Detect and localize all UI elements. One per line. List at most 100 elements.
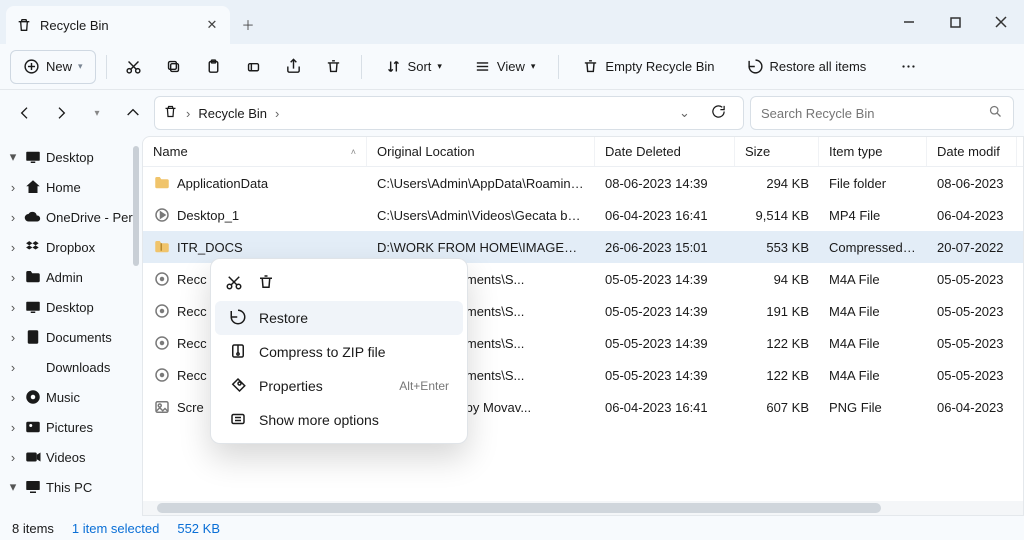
column-header-size[interactable]: Size	[735, 137, 819, 166]
column-header-name[interactable]: Name˄	[143, 137, 367, 166]
file-deleted: 05-05-2023 14:39	[595, 336, 735, 351]
sidebar-item-desktop[interactable]: ▾Desktop	[0, 142, 142, 172]
table-row[interactable]: Desktop_1C:\Users\Admin\Videos\Gecata by…	[143, 199, 1023, 231]
sidebar-label: Dropbox	[46, 240, 95, 255]
expander-icon[interactable]: ▾	[6, 479, 20, 495]
sidebar-scrollbar[interactable]	[130, 136, 142, 516]
cut-button[interactable]	[117, 50, 151, 84]
menu-item-restore[interactable]: Restore	[215, 301, 463, 335]
expander-icon[interactable]: ›	[6, 360, 20, 375]
file-name: ApplicationData	[177, 176, 268, 191]
delete-button[interactable]	[257, 273, 275, 294]
video-icon	[24, 448, 42, 466]
expander-icon[interactable]: ›	[6, 240, 20, 255]
refresh-button[interactable]	[711, 104, 735, 122]
expander-icon[interactable]: ›	[6, 270, 20, 285]
column-header-location[interactable]: Original Location	[367, 137, 595, 166]
separator	[106, 55, 107, 79]
search-box[interactable]	[750, 96, 1014, 130]
column-header-deleted[interactable]: Date Deleted	[595, 137, 735, 166]
table-row[interactable]: ApplicationDataC:\Users\Admin\AppData\Ro…	[143, 167, 1023, 199]
breadcrumb[interactable]: Recycle Bin	[198, 106, 267, 121]
expander-icon[interactable]: ›	[6, 420, 20, 435]
file-name: Recc	[177, 272, 207, 287]
recent-button[interactable]: ▾	[82, 98, 112, 128]
minimize-button[interactable]	[886, 0, 932, 44]
sidebar-item-downloads[interactable]: ›Downloads	[0, 352, 142, 382]
close-button[interactable]	[978, 0, 1024, 44]
sidebar-item-pictures[interactable]: › Pictures	[0, 412, 142, 442]
paste-button[interactable]	[197, 50, 231, 84]
share-button[interactable]	[277, 50, 311, 84]
back-button[interactable]	[10, 98, 40, 128]
file-name: Recc	[177, 368, 207, 383]
new-button[interactable]: New ▾	[10, 50, 96, 84]
empty-label: Empty Recycle Bin	[605, 59, 714, 74]
more-button[interactable]	[891, 50, 925, 84]
forward-button[interactable]	[46, 98, 76, 128]
copy-button[interactable]	[157, 50, 191, 84]
cut-button[interactable]	[225, 273, 243, 294]
search-input[interactable]	[761, 106, 988, 121]
expander-icon[interactable]: ›	[6, 300, 20, 315]
sidebar-item-home[interactable]: › Home	[0, 172, 142, 202]
dropdown-button[interactable]: ⌄	[679, 105, 703, 121]
sidebar-item-this-pc[interactable]: ▾This PC	[0, 472, 142, 502]
zip-icon	[229, 342, 247, 363]
file-size: 294 KB	[735, 176, 819, 191]
expander-icon[interactable]: ›	[6, 330, 20, 345]
sidebar-item-documents[interactable]: ›Documents	[0, 322, 142, 352]
maximize-button[interactable]	[932, 0, 978, 44]
up-button[interactable]	[118, 98, 148, 128]
tab-close-button[interactable]: ✕	[204, 17, 220, 33]
sidebar-label: Pictures	[46, 420, 93, 435]
column-header-type[interactable]: Item type	[819, 137, 927, 166]
expander-icon[interactable]: ▾	[6, 149, 20, 165]
sidebar-label: Music	[46, 390, 80, 405]
menu-item-properties[interactable]: Properties Alt+Enter	[215, 369, 463, 403]
menu-label: Show more options	[259, 412, 449, 428]
rename-button[interactable]	[237, 50, 271, 84]
new-tab-button[interactable]: ＋	[230, 6, 266, 42]
column-header-modified[interactable]: Date modif	[927, 137, 1017, 166]
chevron-down-icon: ▾	[531, 61, 536, 72]
sidebar-label: Desktop	[46, 300, 94, 315]
recycle-bin-icon	[16, 17, 32, 33]
view-button[interactable]: View ▾	[461, 50, 548, 84]
sort-button[interactable]: Sort ▾	[372, 50, 455, 84]
desktop-icon	[24, 298, 42, 316]
chevron-down-icon: ▾	[437, 61, 442, 72]
file-deleted: 05-05-2023 14:39	[595, 304, 735, 319]
sidebar-label: Home	[46, 180, 81, 195]
main-area: ▾Desktop›Home›OneDrive - Per›Dropbox›Adm…	[0, 136, 1024, 516]
horizontal-scrollbar[interactable]	[143, 501, 1023, 515]
navigation-bar: ▾ › Recycle Bin › ⌄	[0, 90, 1024, 136]
address-bar[interactable]: › Recycle Bin › ⌄	[154, 96, 744, 130]
restore-all-button[interactable]: Restore all items	[734, 50, 880, 84]
empty-recycle-bin-button[interactable]: Empty Recycle Bin	[569, 50, 727, 84]
sidebar-item-music[interactable]: › Music	[0, 382, 142, 412]
menu-item-compress[interactable]: Compress to ZIP file	[215, 335, 463, 369]
sidebar-label: OneDrive - Per	[46, 210, 133, 225]
delete-button[interactable]	[317, 50, 351, 84]
expander-icon[interactable]: ›	[6, 210, 20, 225]
file-type: Compressed (zipp...	[819, 240, 927, 255]
file-name: Scre	[177, 400, 204, 415]
sidebar-item-dropbox[interactable]: › Dropbox	[0, 232, 142, 262]
menu-label: Restore	[259, 310, 449, 326]
chevron-right-icon: ›	[186, 106, 190, 121]
file-type: MP4 File	[819, 208, 927, 223]
expander-icon[interactable]: ›	[6, 450, 20, 465]
menu-item-show-more[interactable]: Show more options	[215, 403, 463, 437]
sidebar-item-admin[interactable]: ›Admin	[0, 262, 142, 292]
sidebar-item-desktop[interactable]: › Desktop	[0, 292, 142, 322]
file-name: Recc	[177, 304, 207, 319]
expander-icon[interactable]: ›	[6, 180, 20, 195]
expander-icon[interactable]: ›	[6, 390, 20, 405]
file-size: 122 KB	[735, 336, 819, 351]
sidebar-item-videos[interactable]: ›Videos	[0, 442, 142, 472]
file-modified: 05-05-2023	[927, 304, 1017, 319]
search-icon	[988, 104, 1003, 122]
sidebar-item-onedrive-per[interactable]: › OneDrive - Per	[0, 202, 142, 232]
window-tab[interactable]: Recycle Bin ✕	[6, 6, 230, 44]
